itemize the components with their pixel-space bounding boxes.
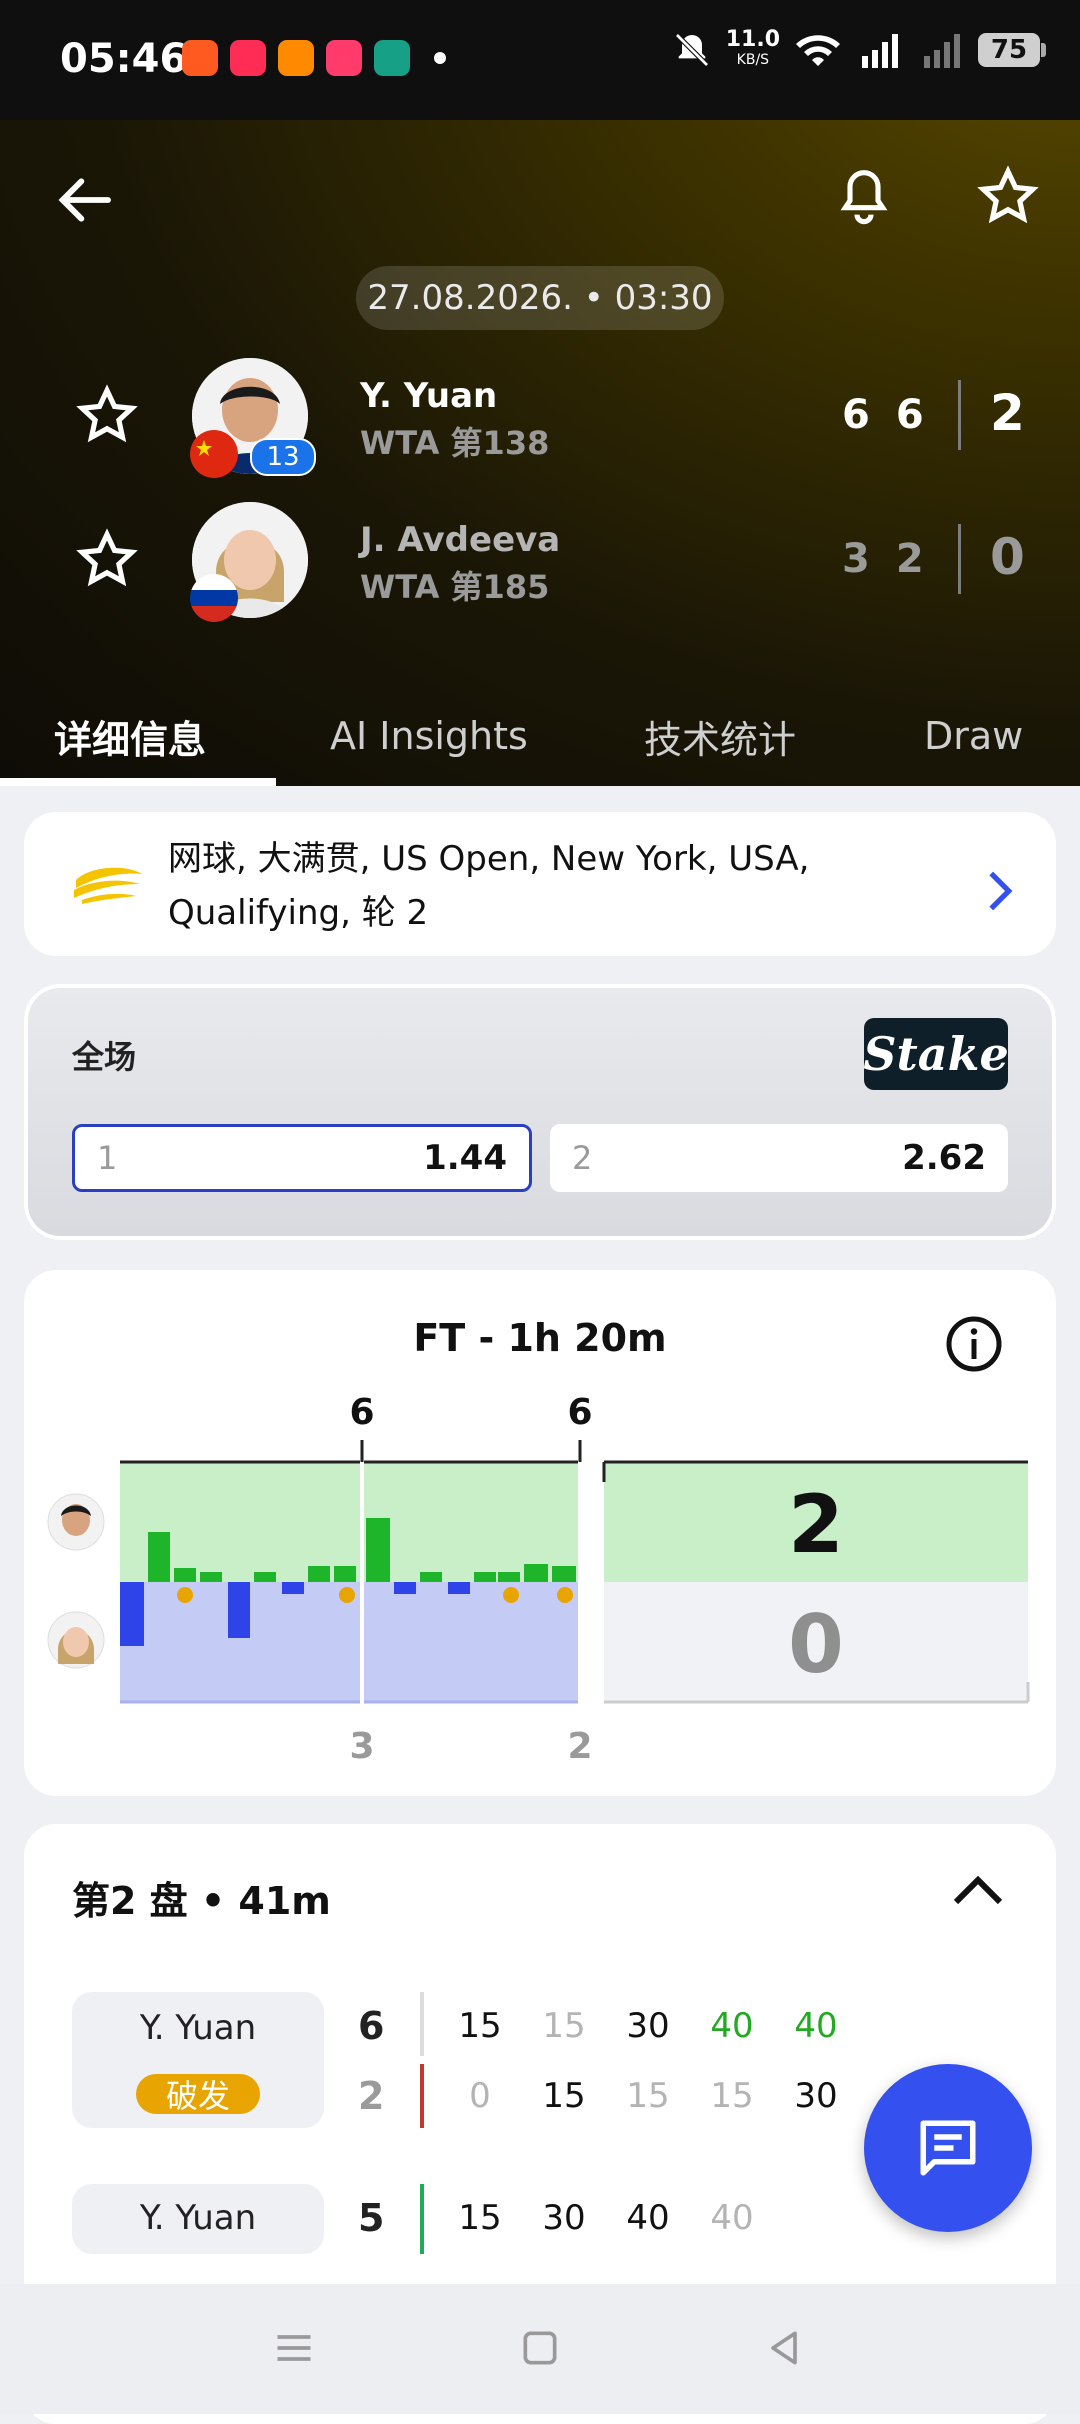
stake-logo[interactable]: Stake: [863, 1018, 1009, 1090]
match-datetime: 27.08.2026. • 03:30: [356, 266, 724, 330]
game-server-label: Y. Yuan 破发: [72, 1992, 324, 2128]
set-score: 6: [895, 392, 924, 438]
player-name: J. Avdeeva: [360, 520, 561, 560]
seed-badge: 13: [250, 438, 316, 476]
china-flag-icon: [190, 430, 238, 478]
point-score: 0: [469, 2076, 491, 2116]
tab-statistics[interactable]: 技术统计: [644, 686, 796, 786]
competition-card[interactable]: 网球, 大满贯, US Open, New York, USA, Qualify…: [24, 812, 1056, 956]
game-score-top: 6: [358, 2004, 385, 2048]
tab-bar: 详细信息 AI Insights 技术统计 Draw: [0, 686, 1080, 786]
player-total-sets: 0: [990, 528, 1025, 586]
total-bottom-score: 0: [788, 1598, 844, 1691]
status-time: 05:46: [60, 36, 188, 82]
active-tab-indicator: [0, 778, 276, 786]
signal-icon: [862, 34, 898, 68]
menu-icon[interactable]: [272, 2326, 316, 2370]
player-rank: WTA 第185: [360, 568, 550, 606]
set-2-top-score: 6: [567, 1392, 593, 1433]
point-score: 15: [542, 2006, 586, 2046]
tab-ai-insights[interactable]: AI Insights: [330, 686, 528, 786]
us-open-logo-icon: [74, 867, 142, 904]
notification-app-icon: [278, 40, 314, 76]
network-speed: 11.0 KB/S: [725, 27, 780, 69]
chat-button[interactable]: [864, 2064, 1032, 2232]
competition-info: 网球, 大满贯, US Open, New York, USA, Qualify…: [168, 839, 810, 933]
notification-app-icon: [182, 40, 218, 76]
odds-card: 全场 Stake 1 1.44 2 2.62: [24, 984, 1056, 1240]
point-score: 15: [626, 2076, 670, 2116]
game-divider: [420, 2064, 424, 2128]
russia-flag-icon: [190, 574, 238, 622]
set-1-top-score: 6: [349, 1392, 375, 1433]
match-header: 05:46 11.0 KB/S 75 27.08.2026. • 03:30 1…: [0, 0, 1080, 786]
notification-app-icon: [230, 40, 266, 76]
game-server-label: Y. Yuan: [72, 2184, 324, 2254]
score-divider: [958, 524, 961, 594]
player-set-scores: 6 6: [842, 392, 924, 438]
point-score: 40: [710, 2006, 754, 2046]
player-set-scores: 3 2: [842, 536, 924, 582]
total-top-score: 2: [788, 1478, 844, 1571]
player-favorite-star-icon[interactable]: [76, 384, 138, 446]
point-score: 40: [626, 2198, 670, 2238]
chevron-up-icon[interactable]: [952, 1870, 1004, 1910]
set-2-bottom-score: 2: [567, 1726, 593, 1767]
game-score-bottom: 2: [358, 2074, 385, 2118]
tab-draw[interactable]: Draw: [924, 686, 1023, 786]
system-navigation-bar: [0, 2284, 1080, 2414]
notification-app-icon: [374, 40, 410, 76]
battery-indicator: 75: [978, 33, 1046, 67]
notification-app-icon: [326, 40, 362, 76]
point-score: 15: [710, 2076, 754, 2116]
notification-bell-icon[interactable]: [824, 156, 904, 236]
player-favorite-star-icon[interactable]: [76, 528, 138, 590]
point-score: 15: [542, 2076, 586, 2116]
point-score: 15: [458, 2006, 502, 2046]
set-1-bottom-score: 3: [349, 1726, 375, 1767]
set-score: 6: [842, 392, 870, 438]
status-bar: 05:46 11.0 KB/S 75: [0, 0, 1080, 120]
score-divider: [958, 380, 961, 450]
point-score: 30: [626, 2006, 670, 2046]
point-score: 40: [794, 2006, 838, 2046]
set-score: 2: [895, 536, 924, 582]
point-score: 40: [710, 2198, 754, 2238]
break-badge: 破发: [136, 2074, 260, 2115]
notification-app-icons: [182, 40, 410, 76]
home-icon[interactable]: [518, 2326, 562, 2370]
point-score: 30: [542, 2198, 586, 2238]
momentum-card: FT - 1h 20m 6 6 3 2 2 0: [24, 1270, 1056, 1796]
player-row-1[interactable]: 13 Y. Yuan WTA 第138 6 6 2: [0, 350, 1080, 480]
player-name: Y. Yuan: [360, 376, 498, 416]
favorite-star-icon[interactable]: [968, 156, 1048, 236]
player-rank: WTA 第138: [360, 424, 550, 462]
set-score: 3: [842, 536, 870, 582]
game-divider: [420, 2184, 424, 2254]
more-notifications-dot: [434, 52, 446, 64]
signal-weak-icon: [924, 34, 960, 68]
mute-bell-icon: [674, 33, 709, 67]
odds-option-1[interactable]: 1 1.44: [72, 1124, 532, 1192]
odds-option-2[interactable]: 2 2.62: [550, 1124, 1008, 1192]
back-arrow-icon[interactable]: [44, 160, 124, 240]
tab-details[interactable]: 详细信息: [54, 686, 206, 786]
player-row-2[interactable]: J. Avdeeva WTA 第185 3 2 0: [0, 494, 1080, 624]
point-score: 30: [794, 2076, 838, 2116]
chat-icon: [920, 2120, 976, 2176]
status-icons: 11.0 KB/S 75: [672, 27, 1046, 70]
chevron-right-icon[interactable]: [984, 870, 1016, 912]
point-score: 15: [458, 2198, 502, 2238]
game-divider: [420, 1992, 424, 2056]
odds-title: 全场: [72, 1038, 137, 1076]
back-icon[interactable]: [762, 2326, 806, 2370]
wifi-icon: [796, 35, 840, 66]
set-title: 第2 盘 • 41m: [72, 1879, 331, 1923]
player-total-sets: 2: [990, 384, 1025, 442]
game-score-top: 5: [358, 2196, 385, 2240]
